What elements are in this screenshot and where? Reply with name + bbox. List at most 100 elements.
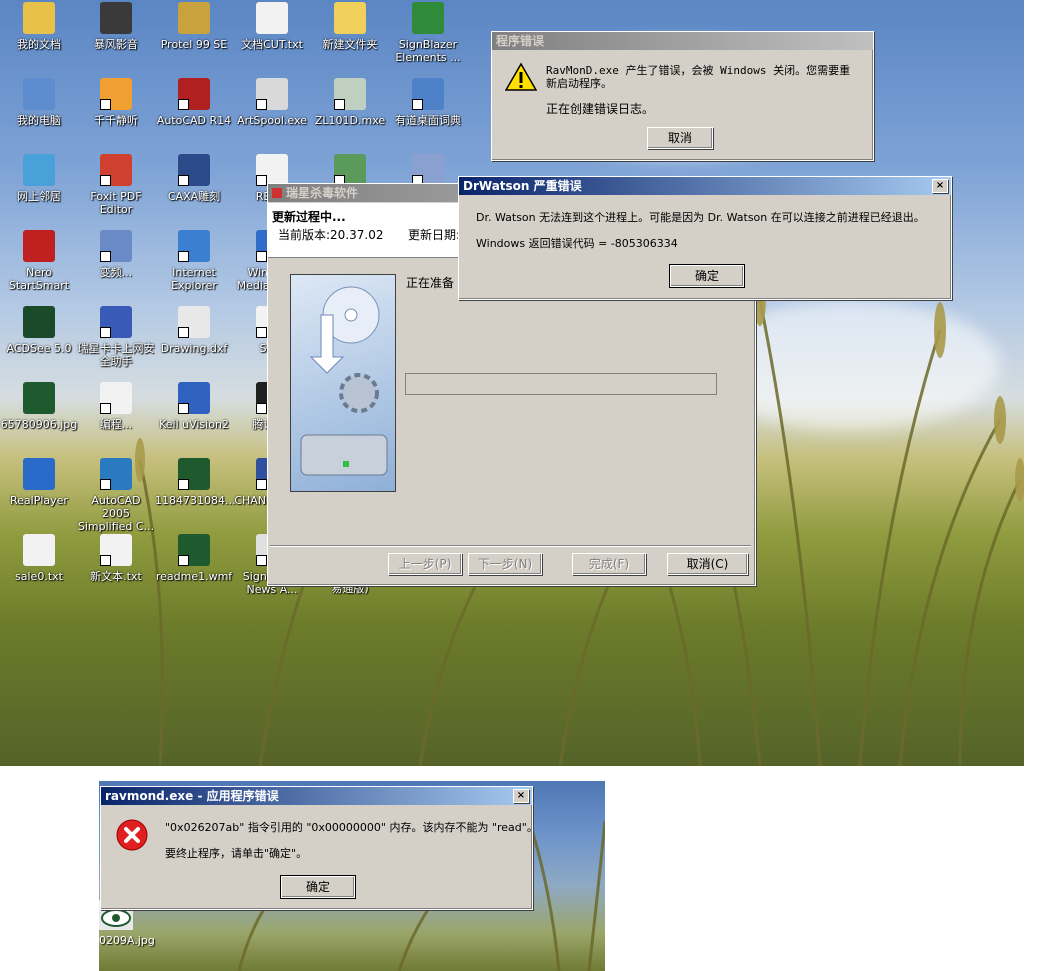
desktop-icon[interactable]: 瑞星卡卡上网安全助手 bbox=[77, 306, 155, 368]
finish-button[interactable]: 完成(F) bbox=[572, 553, 646, 575]
desktop-icon-label: 千千静听 bbox=[94, 114, 138, 127]
desktop-icon-image bbox=[23, 382, 55, 414]
desktop-icon-label: Protel 99 SE bbox=[160, 38, 228, 51]
app-icon bbox=[272, 188, 282, 198]
warning-icon bbox=[505, 62, 537, 91]
prev-button[interactable]: 上一步(P) bbox=[388, 553, 462, 575]
desktop-icon-image bbox=[178, 382, 210, 414]
desktop-icon[interactable]: 新文本.txt bbox=[77, 534, 155, 583]
desktop-icon[interactable]: 有道桌面词典 bbox=[389, 78, 467, 127]
desktop-icon[interactable]: CAXA雕刻 bbox=[155, 154, 233, 203]
desktop-icon-image bbox=[412, 2, 444, 34]
desktop-icon[interactable]: sale0.txt bbox=[0, 534, 78, 583]
error-status: 正在创建错误日志。 bbox=[546, 102, 655, 116]
desktop-icon[interactable]: AutoCAD 2005 Simplified C... bbox=[77, 458, 155, 533]
desktop-icon[interactable]: 网上邻居 bbox=[0, 154, 78, 203]
desktop-icon-image bbox=[178, 534, 210, 566]
close-icon[interactable]: × bbox=[932, 179, 948, 193]
desktop-icon[interactable]: 变频... bbox=[77, 230, 155, 279]
desktop-icon[interactable]: 编程... bbox=[77, 382, 155, 431]
desktop-icon[interactable]: 暴风影音 bbox=[77, 2, 155, 51]
desktop-icon-image bbox=[334, 154, 366, 186]
next-button[interactable]: 下一步(N) bbox=[468, 553, 542, 575]
desktop-icon-label: readme1.wmf bbox=[155, 570, 233, 583]
desktop-icon-label: 有道桌面词典 bbox=[395, 114, 461, 127]
desktop-icon[interactable]: 65780906.jpg bbox=[0, 382, 78, 431]
update-date: 更新日期: bbox=[408, 228, 461, 242]
desktop-icon-label: SignBlazer Elements ... bbox=[395, 38, 461, 64]
desktop-icon[interactable]: Drawing.dxf bbox=[155, 306, 233, 355]
error-message: "0x026207ab" 指令引用的 "0x00000000" 内存。该内存不能… bbox=[165, 821, 538, 834]
dialog-title: DrWatson 严重错误 × bbox=[459, 177, 951, 195]
desktop-icon-label: AutoCAD 2005 Simplified C... bbox=[77, 494, 155, 533]
desktop-icon[interactable]: Keil uVision2 bbox=[155, 382, 233, 431]
desktop-icon-label: 文档CUT.txt bbox=[241, 38, 303, 51]
desktop-icon[interactable]: readme1.wmf bbox=[155, 534, 233, 583]
desktop-icon[interactable]: Protel 99 SE bbox=[155, 2, 233, 51]
ok-button[interactable]: 确定 bbox=[280, 875, 356, 899]
desktop-icon-label: AutoCAD R14 bbox=[156, 114, 232, 127]
close-icon[interactable]: × bbox=[513, 789, 529, 803]
desktop-icon-label: 我的文档 bbox=[17, 38, 61, 51]
app-error-dialog: ravmond.exe - 应用程序错误 × "0x026207ab" 指令引用… bbox=[100, 786, 538, 910]
cancel-button[interactable]: 取消 bbox=[647, 127, 713, 149]
desktop-icon[interactable]: SignBlazer Elements ... bbox=[389, 2, 467, 64]
desktop-icon[interactable]: 1184731084... bbox=[155, 458, 236, 507]
desktop-icon[interactable]: Nero StartSmart bbox=[0, 230, 78, 292]
desktop-icon-image bbox=[23, 458, 55, 490]
desktop-icon-label: 变频... bbox=[99, 266, 133, 279]
progress-bar bbox=[405, 373, 717, 395]
desktop-icon-image bbox=[412, 78, 444, 110]
dialog-title: 程序错误 bbox=[492, 32, 873, 50]
desktop-icon[interactable]: RealPlayer bbox=[0, 458, 78, 507]
desktop-icon-image bbox=[100, 2, 132, 34]
desktop-icon[interactable]: 文档CUT.txt bbox=[233, 2, 311, 51]
desktop-icon-label: Keil uVision2 bbox=[159, 418, 229, 431]
desktop-icon[interactable]: ACDSee 5.0 bbox=[0, 306, 78, 355]
desktop-icon[interactable]: ArtSpool.exe bbox=[233, 78, 311, 127]
desktop-icon[interactable]: Foxit PDF Editor bbox=[77, 154, 155, 216]
error-message: 新启动程序。 bbox=[546, 77, 612, 90]
desktop-icon-label: 新建文件夹 bbox=[322, 38, 378, 51]
desktop-icon-label: Foxit PDF Editor bbox=[90, 190, 142, 216]
desktop-icon-image bbox=[100, 78, 132, 110]
disc-gear-icon bbox=[300, 286, 388, 476]
desktop-icon[interactable]: 新建文件夹 bbox=[311, 2, 389, 51]
update-illustration bbox=[290, 274, 396, 492]
desktop-icon-image bbox=[23, 230, 55, 262]
desktop-icon[interactable]: Internet Explorer bbox=[155, 230, 233, 292]
desktop-icon-image bbox=[178, 458, 210, 490]
desktop-icon-label: Internet Explorer bbox=[171, 266, 217, 292]
desktop-icon-image bbox=[100, 154, 132, 186]
desktop-icon-image bbox=[334, 2, 366, 34]
desktop-icon-label: Drawing.dxf bbox=[160, 342, 228, 355]
desktop-icon-image bbox=[100, 306, 132, 338]
desktop-icon-image bbox=[178, 230, 210, 262]
desktop-icon[interactable]: 千千静听 bbox=[77, 78, 155, 127]
desktop-icon-image bbox=[178, 306, 210, 338]
desktop-icon-image bbox=[412, 154, 444, 186]
current-version: 当前版本:20.37.02 bbox=[278, 228, 384, 242]
desktop-icon[interactable]: AutoCAD R14 bbox=[155, 78, 233, 127]
desktop-icon[interactable]: ZL101D.mxe bbox=[311, 78, 389, 127]
desktop-icon-image bbox=[178, 154, 210, 186]
update-heading: 更新过程中... bbox=[272, 210, 346, 224]
error-icon bbox=[116, 819, 148, 851]
desktop-icon-image bbox=[100, 534, 132, 566]
desktop-icon-image bbox=[100, 230, 132, 262]
ok-button[interactable]: 确定 bbox=[669, 264, 745, 288]
program-error-dialog: 程序错误 RavMonD.exe 产生了错误，会被 Windows 关闭。您需要… bbox=[491, 31, 874, 161]
desktop-icon-label: Nero StartSmart bbox=[8, 266, 70, 292]
desktop-icon-label: 瑞星卡卡上网安全助手 bbox=[77, 342, 155, 368]
desktop-icon-image bbox=[100, 382, 132, 414]
desktop-icon[interactable]: 我的文档 bbox=[0, 2, 78, 51]
desktop-icon-image bbox=[23, 154, 55, 186]
desktop-icon-image bbox=[178, 2, 210, 34]
desktop-icon-label: 1184731084... bbox=[155, 494, 236, 507]
desktop-icon[interactable]: 我的电脑 bbox=[0, 78, 78, 127]
desktop-icon-label: 新文本.txt bbox=[90, 570, 142, 583]
icon-label: 0209A.jpg bbox=[99, 934, 155, 947]
desktop-icon-image bbox=[23, 78, 55, 110]
cancel-button[interactable]: 取消(C) bbox=[667, 553, 748, 575]
desktop-icon-image bbox=[334, 78, 366, 110]
